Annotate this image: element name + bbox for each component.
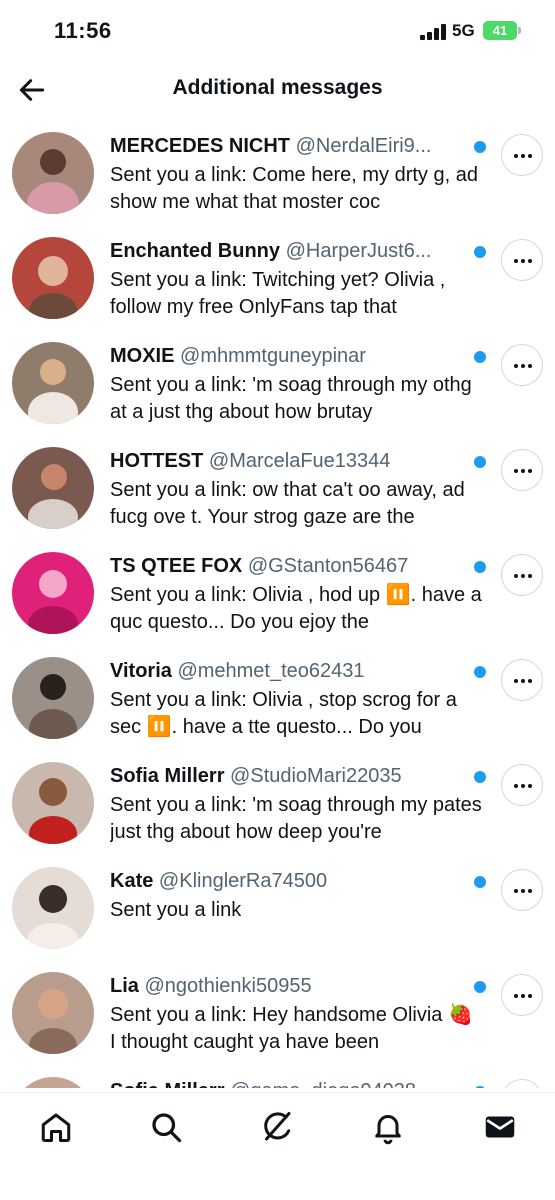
status-time: 11:56: [54, 18, 112, 43]
more-options-button[interactable]: [501, 134, 543, 176]
sender-line: Vitoria @mehmet_teo62431: [110, 660, 465, 683]
avatar: [12, 447, 94, 529]
sender-handle: @GStanton56467: [247, 555, 409, 577]
avatar: [12, 237, 94, 319]
message-preview: Sent you a link: Twitching yet? Olivia ,…: [110, 269, 446, 318]
sender-name: HOTTEST: [110, 450, 204, 472]
sender-line: TS QTEE FOX @GStanton56467: [110, 555, 465, 578]
message-row[interactable]: MERCEDES NICHT @NerdalEiri9... Sent you …: [0, 126, 555, 231]
unread-dot: [474, 351, 486, 363]
message-row[interactable]: HOTTEST @MarcelaFue13344 Sent you a link…: [0, 441, 555, 546]
sender-handle: @mehmet_teo62431: [177, 660, 365, 682]
message-preview: Sent you a link: Olivia , stop scrog for…: [110, 689, 457, 738]
cellular-signal-icon: [420, 24, 446, 40]
message-preview: Sent you a link: 'm soag through my pate…: [110, 794, 482, 843]
sender-line: Sofia Millerr @StudioMari22035: [110, 765, 465, 788]
sender-line: Enchanted Bunny @HarperJust6...: [110, 240, 465, 263]
sender-handle: @NerdalEiri9...: [295, 135, 432, 157]
more-options-button[interactable]: [501, 344, 543, 386]
tab-messages[interactable]: [482, 1109, 518, 1145]
network-type: 5G: [452, 21, 475, 40]
avatar: [12, 552, 94, 634]
sender-name: MERCEDES NICHT: [110, 135, 291, 157]
battery-icon: 41: [483, 21, 521, 40]
page-title: Additional messages: [172, 76, 383, 99]
sender-handle: @StudioMari22035: [230, 765, 402, 787]
unread-dot: [474, 141, 486, 153]
message-row[interactable]: Kate @KlinglerRa74500 Sent you a link: [0, 861, 555, 966]
message-row[interactable]: TS QTEE FOX @GStanton56467 Sent you a li…: [0, 546, 555, 651]
sender-handle: @KlinglerRa74500: [158, 870, 328, 892]
unread-dot: [474, 666, 486, 678]
more-options-button[interactable]: [501, 239, 543, 281]
sender-line: MERCEDES NICHT @NerdalEiri9...: [110, 135, 465, 158]
unread-dot: [474, 456, 486, 468]
tab-grok[interactable]: [259, 1109, 295, 1145]
avatar: [12, 972, 94, 1054]
message-row[interactable]: Sofia Millerr @StudioMari22035 Sent you …: [0, 756, 555, 861]
message-preview: Sent you a link: [110, 899, 242, 921]
sender-line: HOTTEST @MarcelaFue13344: [110, 450, 465, 473]
more-options-button[interactable]: [501, 659, 543, 701]
sender-line: Sofia Millerr @gama_diego94038: [110, 1080, 465, 1088]
unread-dot: [474, 561, 486, 573]
unread-dot: [474, 246, 486, 258]
battery-level: 41: [492, 23, 508, 38]
more-options-button[interactable]: [501, 1079, 543, 1088]
message-preview: Sent you a link: Come here, my drty g, a…: [110, 164, 478, 213]
avatar: [12, 342, 94, 424]
search-icon: [152, 1113, 182, 1143]
sender-line: MOXIE @mhmmtguneypinar: [110, 345, 465, 368]
tab-home[interactable]: [38, 1109, 74, 1145]
sender-handle: @gama_diego94038: [230, 1080, 416, 1088]
sender-name: Kate: [110, 870, 154, 892]
sender-line: Lia @ngothienki50955: [110, 975, 465, 998]
envelope-icon: [485, 1116, 515, 1138]
grok-icon: [264, 1112, 291, 1141]
more-options-button[interactable]: [501, 449, 543, 491]
avatar: [12, 867, 94, 949]
sender-name: Vitoria: [110, 660, 172, 682]
unread-dot: [474, 771, 486, 783]
message-row[interactable]: MOXIE @mhmmtguneypinar Sent you a link: …: [0, 336, 555, 441]
more-options-button[interactable]: [501, 554, 543, 596]
home-icon: [41, 1113, 71, 1142]
more-options-button[interactable]: [501, 764, 543, 806]
avatar: [12, 132, 94, 214]
message-row[interactable]: Enchanted Bunny @HarperJust6... Sent you…: [0, 231, 555, 336]
sender-handle: @ngothienki50955: [144, 975, 312, 997]
message-preview: Sent you a link: Olivia , hod up ⏸️. hav…: [110, 584, 482, 633]
sender-handle: @mhmmtguneypinar: [180, 345, 366, 367]
sender-name: Sofia Millerr: [110, 765, 225, 787]
tab-search[interactable]: [148, 1109, 184, 1145]
avatar: [12, 1077, 94, 1088]
status-bar: 11:56 5G 41: [0, 0, 555, 62]
bell-icon: [375, 1115, 401, 1145]
sender-name: Enchanted Bunny: [110, 240, 281, 262]
header: Additional messages: [0, 62, 555, 118]
bottom-tab-bar: [0, 1092, 555, 1200]
unread-dot: [474, 876, 486, 888]
sender-line: Kate @KlinglerRa74500: [110, 870, 465, 893]
message-list: MERCEDES NICHT @NerdalEiri9... Sent you …: [0, 126, 555, 1088]
unread-dot: [474, 981, 486, 993]
avatar: [12, 762, 94, 844]
message-preview: Sent you a link: ow that ca't oo away, a…: [110, 479, 465, 528]
message-row[interactable]: Sofia Millerr @gama_diego94038: [0, 1071, 555, 1088]
sender-name: Sofia Millerr: [110, 1080, 224, 1088]
sender-handle: @HarperJust6...: [285, 240, 432, 262]
message-preview: Sent you a link: Hey handsome Olivia 🍓 I…: [110, 1004, 473, 1053]
avatar: [12, 657, 94, 739]
unread-dot: [474, 1086, 486, 1088]
message-row[interactable]: Lia @ngothienki50955 Sent you a link: He…: [0, 966, 555, 1071]
sender-handle: @MarcelaFue13344: [208, 450, 391, 472]
more-options-button[interactable]: [501, 974, 543, 1016]
message-preview: Sent you a link: 'm soag through my othg…: [110, 374, 472, 423]
sender-name: TS QTEE FOX: [110, 555, 243, 577]
sender-name: Lia: [110, 975, 139, 997]
message-row[interactable]: Vitoria @mehmet_teo62431 Sent you a link…: [0, 651, 555, 756]
more-options-button[interactable]: [501, 869, 543, 911]
sender-name: MOXIE: [110, 345, 175, 367]
tab-notifications[interactable]: [370, 1109, 406, 1145]
